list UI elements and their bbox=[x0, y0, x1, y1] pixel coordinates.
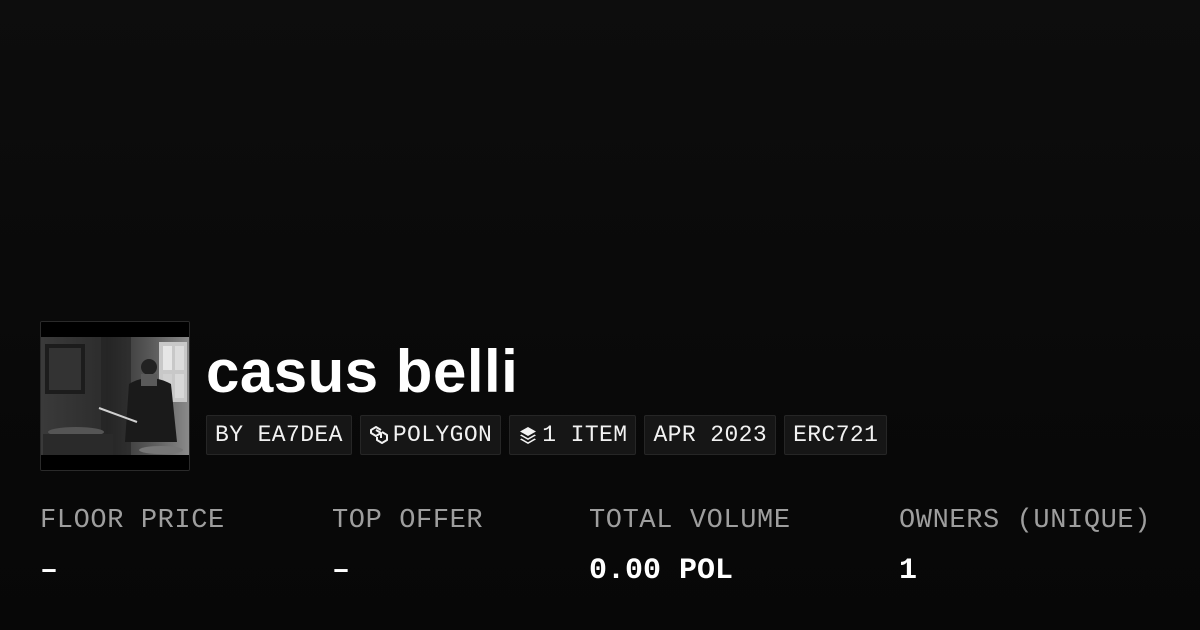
date-tag-label: APR 2023 bbox=[653, 422, 768, 448]
collection-tags: BY EA7DEA POLYGON 1 ITEM APR 2023 ERC721 bbox=[206, 415, 888, 455]
collection-title: casus belli bbox=[206, 338, 519, 405]
polygon-chain-icon bbox=[369, 425, 389, 445]
stat-floor-price: FLOOR PRICE – bbox=[40, 503, 225, 589]
stat-value: – bbox=[40, 554, 59, 588]
chain-tag-label: POLYGON bbox=[392, 422, 493, 448]
drummer-photo bbox=[41, 322, 189, 470]
creator-tag-label: BY EA7DEA bbox=[215, 422, 343, 448]
stat-owners: OWNERS (UNIQUE) 1 bbox=[899, 503, 1151, 589]
stat-value: 0.00 POL bbox=[589, 554, 734, 588]
stat-label: TOP OFFER bbox=[332, 506, 484, 536]
date-tag: APR 2023 bbox=[644, 415, 777, 455]
creator-tag[interactable]: BY EA7DEA bbox=[206, 415, 352, 455]
layers-icon bbox=[518, 425, 538, 445]
stat-value: 1 bbox=[899, 554, 918, 588]
stat-value: – bbox=[332, 554, 351, 588]
chain-tag[interactable]: POLYGON bbox=[359, 415, 502, 455]
collection-stats: FLOOR PRICE – TOP OFFER – TOTAL VOLUME 0… bbox=[0, 503, 1200, 613]
items-tag-label: 1 ITEM bbox=[542, 422, 628, 448]
collection-thumbnail bbox=[40, 321, 190, 471]
stat-label: FLOOR PRICE bbox=[40, 506, 225, 536]
items-tag[interactable]: 1 ITEM bbox=[509, 415, 637, 455]
stat-total-volume: TOTAL VOLUME 0.00 POL bbox=[589, 503, 791, 589]
standard-tag: ERC721 bbox=[784, 415, 888, 455]
stat-label: TOTAL VOLUME bbox=[589, 506, 791, 536]
stat-top-offer: TOP OFFER – bbox=[332, 503, 483, 589]
stat-label: OWNERS (UNIQUE) bbox=[899, 506, 1152, 536]
standard-tag-label: ERC721 bbox=[793, 422, 879, 448]
